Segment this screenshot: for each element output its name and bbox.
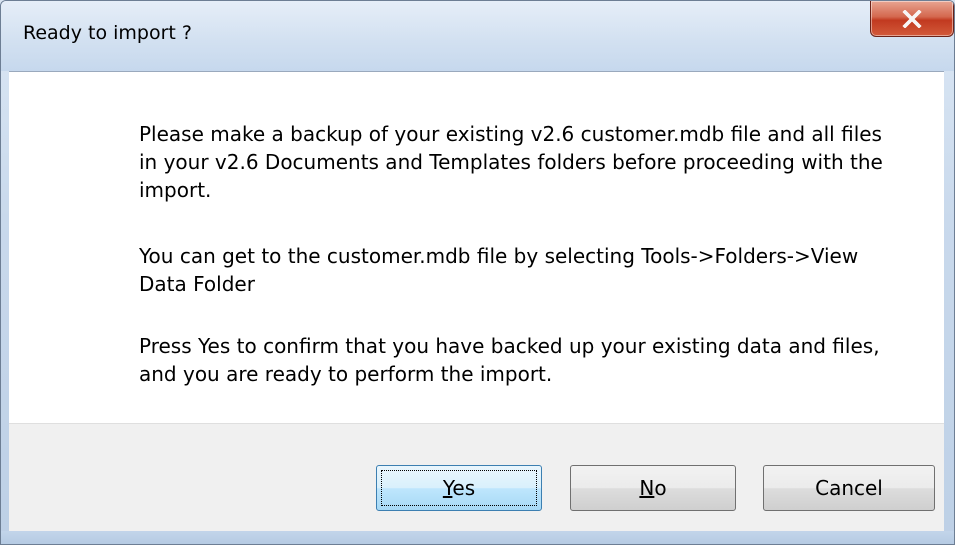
dialog-window: Ready to import ? Please make a backup o… xyxy=(0,0,955,545)
no-button[interactable]: No xyxy=(570,465,736,511)
message-data-folder: You can get to the customer.mdb file by … xyxy=(139,244,859,296)
no-button-label: No xyxy=(639,476,667,500)
cancel-button[interactable]: Cancel xyxy=(763,465,935,511)
window-bottom-border xyxy=(1,531,954,544)
title-bar[interactable]: Ready to import ? xyxy=(1,1,954,71)
yes-button-label: Yes xyxy=(442,476,476,500)
message-confirm: Press Yes to confirm that you have backe… xyxy=(139,334,880,386)
message-backup: Please make a backup of your existing v2… xyxy=(139,122,883,202)
window-title: Ready to import ? xyxy=(23,22,192,44)
close-icon xyxy=(902,9,922,28)
yes-button[interactable]: Yes xyxy=(376,465,542,511)
close-button[interactable] xyxy=(870,1,954,37)
cancel-button-label: Cancel xyxy=(815,476,883,500)
message-area: Please make a backup of your existing v2… xyxy=(9,71,944,424)
button-bar: Yes No Cancel xyxy=(9,423,944,532)
